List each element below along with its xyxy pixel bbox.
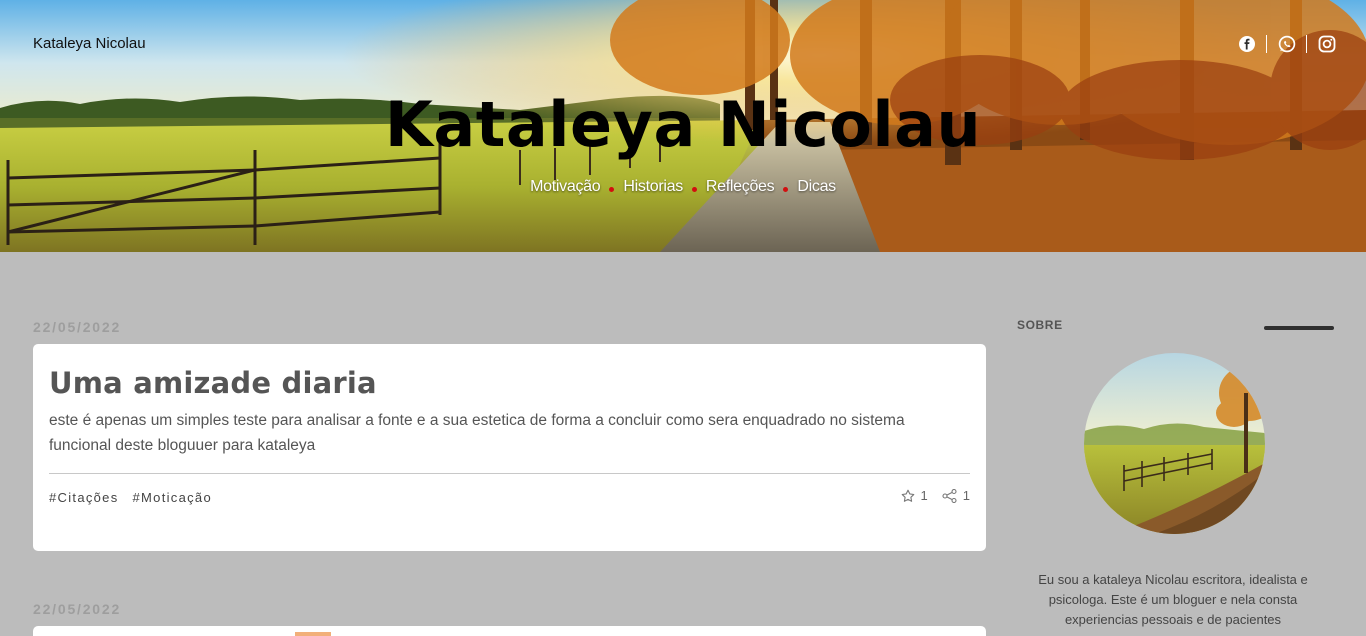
- post-date: 22/05/2022: [33, 319, 122, 335]
- post-card[interactable]: Uma amizade diaria este é apenas um simp…: [33, 344, 986, 551]
- like-count: 1: [920, 488, 928, 503]
- post-thumbnail-edge: [295, 632, 331, 636]
- sidebar-heading: SOBRE: [1017, 318, 1063, 332]
- social-separator: [1266, 34, 1267, 53]
- post-date: 22/05/2022: [33, 601, 122, 617]
- nav-item-motivacao[interactable]: Motivação: [530, 178, 601, 196]
- profile-photo: [1084, 353, 1265, 534]
- share-icon: [942, 488, 957, 503]
- like-button[interactable]: 1: [901, 488, 928, 503]
- about-text: Eu sou a kataleya Nicolau escritora, ide…: [1038, 572, 1308, 627]
- instagram-icon[interactable]: [1317, 34, 1336, 53]
- post-divider: [49, 473, 970, 474]
- tag-link[interactable]: #Moticação: [133, 490, 212, 505]
- site-name-link[interactable]: Kataleya Nicolau: [33, 35, 146, 52]
- post-tags: #Citações #Moticação: [49, 490, 212, 505]
- site-title: Kataleya Nicolau: [384, 88, 982, 161]
- social-links: [1237, 34, 1336, 53]
- social-separator: [1306, 34, 1307, 53]
- nav-separator-dot: [691, 186, 697, 192]
- post-stats: 1 1: [901, 488, 970, 503]
- star-icon: [901, 489, 914, 502]
- nav-separator-dot: [783, 186, 789, 192]
- sidebar-heading-rule: [1264, 326, 1334, 330]
- hero-banner: Kataleya Nicolau Kataleya Nicolau Motiva…: [0, 0, 1366, 252]
- share-button[interactable]: 1: [942, 488, 970, 503]
- tag-link[interactable]: #Citações: [49, 490, 119, 505]
- post-excerpt: este é apenas um simples teste para anal…: [49, 412, 905, 454]
- share-count: 1: [962, 488, 970, 503]
- post-title[interactable]: Uma amizade diaria: [49, 366, 377, 400]
- whatsapp-icon[interactable]: [1277, 34, 1296, 53]
- main-nav: Motivação Historias Refleções Dicas: [0, 178, 1366, 196]
- nav-item-dicas[interactable]: Dicas: [797, 178, 836, 196]
- facebook-icon[interactable]: [1237, 34, 1256, 53]
- nav-separator-dot: [609, 186, 615, 192]
- nav-item-historias[interactable]: Historias: [623, 178, 683, 196]
- nav-item-reflecoes[interactable]: Refleções: [706, 178, 775, 196]
- post-card[interactable]: [33, 626, 986, 636]
